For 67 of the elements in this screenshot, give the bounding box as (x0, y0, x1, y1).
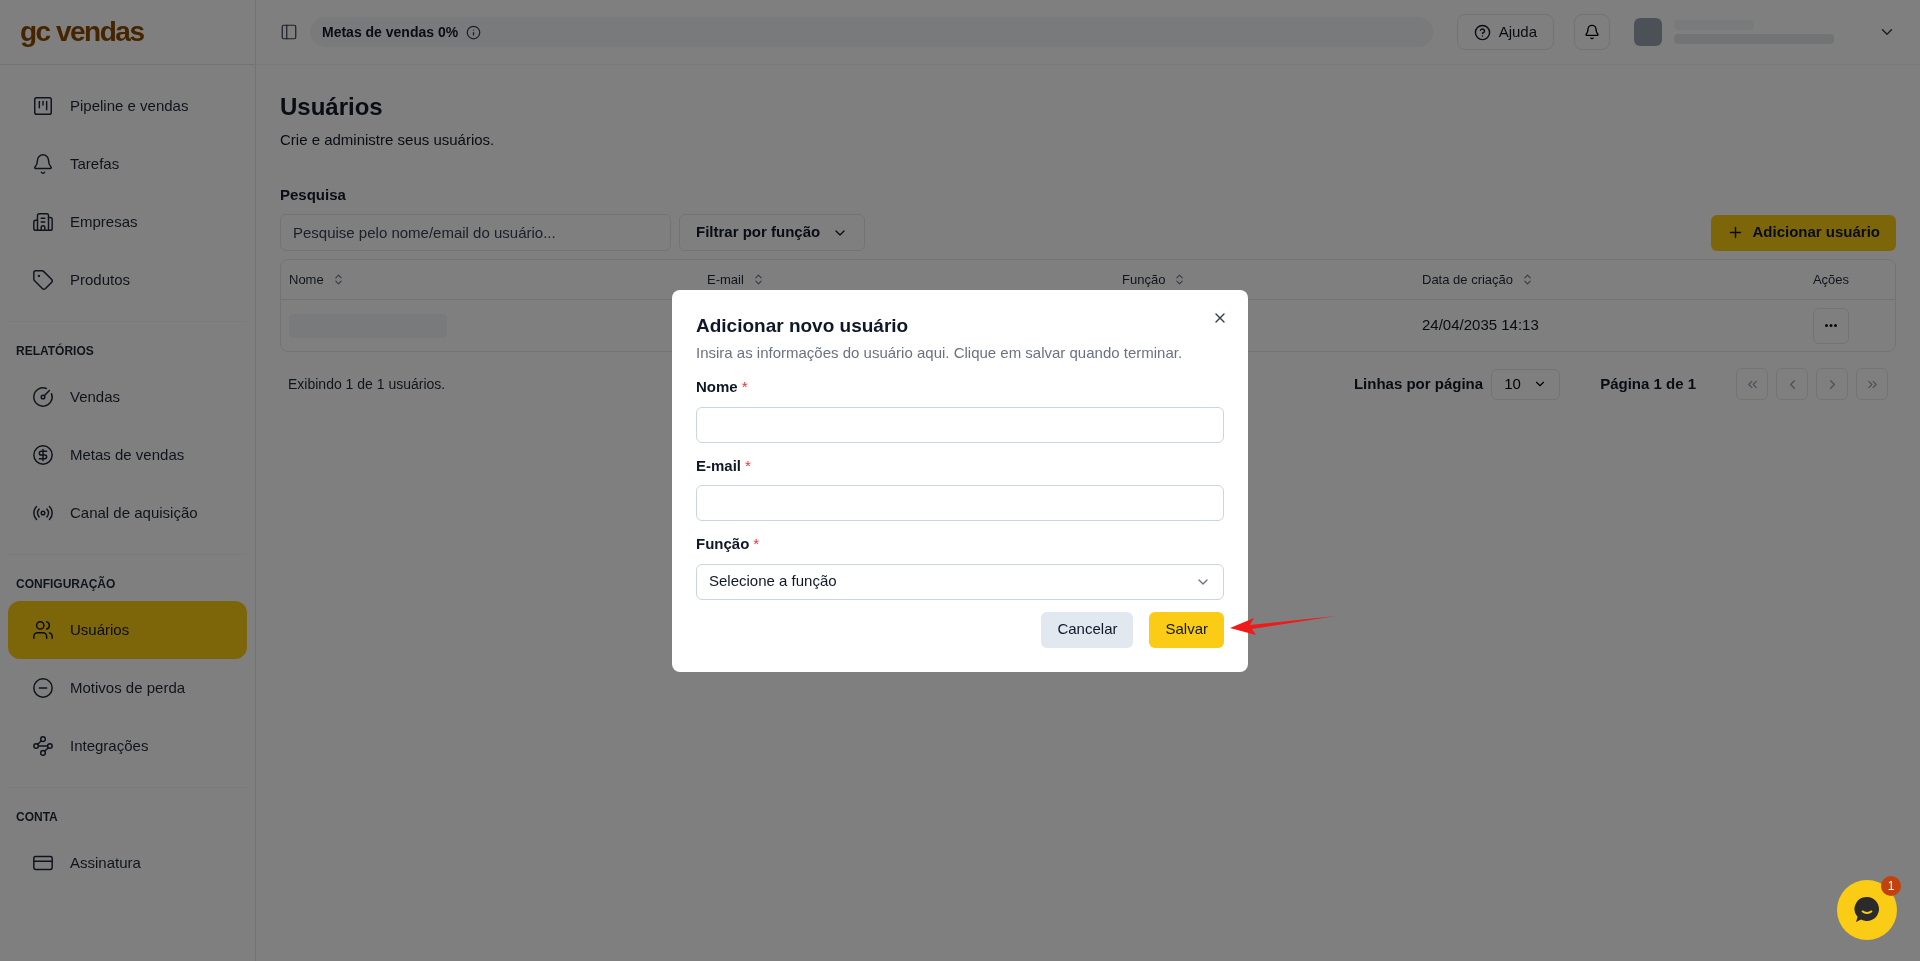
field-label: Função (696, 534, 750, 554)
rows-per-page-label: Linhas por página (1353, 373, 1484, 394)
text-field[interactable] (696, 485, 1224, 521)
page-indicator: Página 1 de 1 (1600, 373, 1696, 394)
filter-button[interactable]: Filtrar por função (679, 214, 866, 251)
text-field[interactable] (696, 406, 1224, 443)
dialog-description: Insira as informações do usuário aqui. Clique em salvar quando terminar. (696, 342, 1184, 363)
required-mark: * (741, 377, 748, 397)
sidebar-item[interactable]: Metas de vendas (8, 426, 247, 484)
field-label: Nome (696, 377, 738, 397)
sidebar-item[interactable]: Usuários (8, 601, 247, 659)
notifications-button[interactable] (1574, 14, 1610, 50)
column-header: Ações (1812, 270, 1850, 289)
field-label: E-mail (696, 455, 741, 476)
section-heading: CONFIGURAÇÃO (15, 575, 117, 593)
search-label: Pesquisa (280, 184, 347, 205)
section-heading: RELATÓRIOS (15, 342, 95, 360)
sidebar-item[interactable]: Empresas (8, 193, 247, 251)
chat-icon (1854, 896, 1880, 924)
page-subtitle: Crie e administre seus usuários. (280, 130, 496, 150)
row-actions-button[interactable] (1813, 307, 1849, 344)
app-logo: gc vendas (20, 15, 144, 49)
sidebar-item[interactable]: Produtos (8, 251, 247, 309)
connections-icon (32, 735, 54, 757)
search-field[interactable]: Pesquise pelo nome/email do usuário... (280, 214, 671, 251)
minus-circle-icon (32, 677, 54, 699)
column-header[interactable]: Nome (289, 269, 324, 290)
results-summary: Exibindo 1 de 1 usuários. (288, 374, 446, 394)
cancel-button[interactable]: Cancelar (1041, 611, 1134, 648)
sidebar-item[interactable]: Vendas (8, 368, 247, 426)
page-title: Usuários (280, 92, 384, 122)
notification-badge: 1 (1881, 876, 1901, 896)
more-icon (1825, 324, 1837, 327)
add-user-button[interactable]: Adicionar usuário (1711, 214, 1896, 251)
sidebar-item[interactable]: Assinatura (8, 834, 247, 892)
dollar-icon (32, 444, 54, 466)
section-heading: CONTA (15, 809, 59, 826)
tag-icon (32, 269, 54, 291)
avatar[interactable] (1634, 18, 1662, 46)
required-mark: * (753, 534, 760, 554)
building-icon (32, 211, 54, 233)
sidebar-item[interactable]: Pipeline e vendas (8, 77, 247, 135)
column-header[interactable]: Função (1122, 269, 1166, 290)
role-select[interactable]: Selecione a função (696, 563, 1224, 600)
pagination-button[interactable] (1736, 368, 1768, 400)
sidebar-item[interactable]: Tarefas (8, 135, 247, 193)
dialog-title: Adicionar novo usuário (696, 313, 909, 338)
table-cell-text: 24/04/2035 14:13 (1422, 315, 1540, 336)
users-icon (32, 619, 54, 641)
help-icon (1473, 23, 1491, 41)
info-icon[interactable] (466, 24, 482, 40)
required-mark: * (745, 455, 751, 476)
bell-icon (1584, 24, 1600, 40)
column-header[interactable]: Data de criação (1422, 269, 1514, 290)
bell-icon (32, 153, 54, 175)
kanban-icon (32, 95, 54, 117)
pagination-button[interactable] (1856, 368, 1888, 400)
sidebar-toggle-icon[interactable] (280, 23, 298, 41)
goal-label: Metas de vendas 0% (322, 22, 459, 42)
help-button[interactable]: Ajuda (1456, 14, 1554, 50)
sidebar-item[interactable]: Motivos de perda (8, 659, 247, 717)
rows-per-page-select[interactable]: 10 (1491, 368, 1561, 400)
sidebar-item[interactable]: Canal de aquisição (8, 484, 247, 542)
column-header[interactable]: E-mail (707, 269, 744, 290)
save-button[interactable]: Salvar (1149, 611, 1224, 648)
sidebar-item[interactable]: Integrações (8, 717, 247, 775)
gauge-icon (32, 386, 54, 408)
